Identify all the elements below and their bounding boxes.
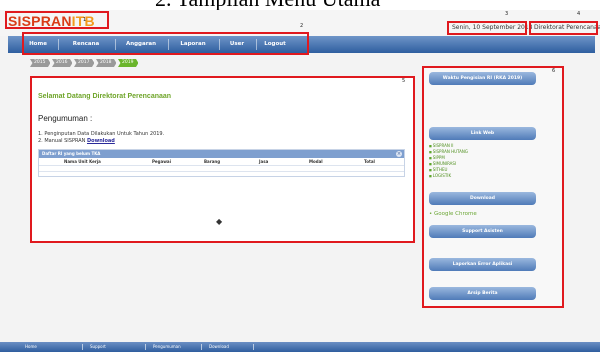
nav-separator: [168, 39, 169, 50]
footer-download[interactable]: Download: [209, 342, 229, 352]
nav-anggaran[interactable]: Anggaran: [121, 36, 161, 53]
year-tab-2016[interactable]: 2016: [52, 59, 73, 67]
nav-rencana-kerja[interactable]: Rencana Kerja: [64, 36, 108, 64]
announcement-line-2: 2. Manual SISPRAN Download: [38, 138, 115, 144]
column-header: Barang: [204, 159, 221, 164]
announcement-title: Pengumuman :: [38, 114, 93, 123]
web-link-sispran-ii[interactable]: SISPRAN II: [429, 143, 454, 148]
year-tab-2015[interactable]: 2015: [30, 59, 51, 67]
ri-table: Daftar RI yang belum TKA × Nama Unit Ker…: [38, 149, 405, 177]
nav-separator: [115, 39, 116, 50]
nav-separator: [219, 39, 220, 50]
annotation-3: 3: [505, 11, 509, 17]
annotation-1: 1: [83, 17, 87, 23]
announcement-line-1: 1. Penginputan Data Dilakukan Untuk Tahu…: [38, 131, 165, 137]
close-icon[interactable]: ×: [396, 151, 402, 157]
annotation-6: 6: [552, 68, 556, 74]
web-link-sitheu[interactable]: SITHEU: [429, 167, 448, 172]
nav-separator: [256, 39, 257, 50]
nav-user[interactable]: User: [225, 36, 249, 53]
support-button[interactable]: Support Asisten: [429, 225, 536, 238]
year-tab-2018[interactable]: 2018: [96, 59, 117, 67]
column-header: Nama Unit Kerja: [64, 159, 101, 164]
link-web-button[interactable]: Link Web: [429, 127, 536, 140]
nav-logout[interactable]: Logout: [261, 36, 289, 53]
document-heading: 2. Tampilan Menu Utama: [155, 0, 380, 10]
nav-laporan[interactable]: Laporan: [174, 36, 212, 53]
table-title: Daftar RI yang belum TKA: [39, 150, 404, 158]
logo-part1: SISPRAN: [8, 13, 72, 29]
web-link-simunirasi[interactable]: SIMUNIRASI: [429, 161, 456, 166]
column-header: Modal: [309, 159, 323, 164]
year-tab-2019[interactable]: 2019: [118, 59, 139, 67]
annotation-4: 4: [577, 11, 581, 17]
main-navbar: Home Rencana Kerja Anggaran Laporan User…: [8, 36, 595, 64]
deadline-button[interactable]: Waktu Pengisian RI (RKA 2019): [429, 72, 536, 85]
column-header: Jasa: [259, 159, 269, 164]
web-link-logistik[interactable]: LOGISTIK: [429, 173, 451, 178]
app-window: SISPRANITB 1 3 4 Senin, 10 September 201…: [0, 10, 600, 352]
column-header: Pegawai: [152, 159, 171, 164]
web-link-sispran-hutang[interactable]: SISPRAN HUTANG: [429, 149, 468, 154]
report-error-button[interactable]: Laporkan Error Aplikasi: [429, 258, 536, 271]
pagination-icon[interactable]: ◆: [216, 217, 222, 226]
header-user[interactable]: Direktorat Perencanaan: [531, 21, 600, 35]
document-heading-fragment: 2. Tampilan Menu Utama: [0, 0, 600, 10]
table-row: [39, 171, 404, 177]
footer-support[interactable]: Support: [90, 342, 106, 352]
nav-separator: [58, 39, 59, 50]
footer-separator: [145, 344, 146, 350]
main-content-panel: 5 Selamat Datang Direktorat Perencanaan …: [30, 76, 415, 243]
footer-separator: [201, 344, 202, 350]
footer-separator: [253, 344, 254, 350]
welcome-title: Selamat Datang Direktorat Perencanaan: [38, 93, 172, 100]
footer-bar: Home Support Pengumuman Download: [0, 342, 600, 352]
column-header: Total: [364, 159, 375, 164]
download-button[interactable]: Download: [429, 192, 536, 205]
footer-pengumuman[interactable]: Pengumuman: [153, 342, 181, 352]
google-chrome-link[interactable]: • Google Chrome: [429, 211, 477, 217]
annotation-5: 5: [402, 78, 406, 84]
manual-download-link[interactable]: Download: [87, 138, 115, 144]
nav-home[interactable]: Home: [25, 36, 51, 53]
annotation-2: 2: [300, 23, 304, 29]
announcement-line-2-text: 2. Manual SISPRAN: [38, 138, 87, 144]
news-archive-button[interactable]: Arsip Berita: [429, 287, 536, 300]
logo[interactable]: SISPRANITB: [8, 13, 95, 29]
sidebar: 6 Waktu Pengisian RI (RKA 2019) Link Web…: [424, 66, 562, 308]
google-chrome-label: Google Chrome: [434, 211, 477, 217]
header-date: Senin, 10 September 2018: [452, 24, 533, 31]
web-link-sippm[interactable]: SIPPM: [429, 155, 445, 160]
footer-separator: [82, 344, 83, 350]
footer-home[interactable]: Home: [25, 342, 37, 352]
year-tab-2017[interactable]: 2017: [74, 59, 95, 67]
